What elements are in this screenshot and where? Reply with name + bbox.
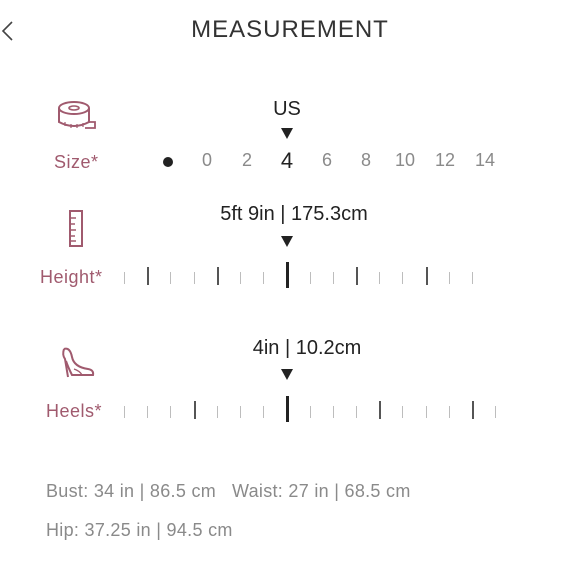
ruler-tick [124,406,125,418]
size-option[interactable]: 14 [475,150,495,171]
ruler-tick [356,267,358,285]
size-label: Size* [54,152,99,172]
ruler-tick [240,272,241,284]
ruler-tick [425,267,428,285]
ruler-tick [309,406,311,418]
size-option[interactable]: 12 [435,150,455,171]
size-selector[interactable]: 0 2 4 6 8 10 12 14 [160,148,500,176]
size-option[interactable]: 6 [322,150,332,171]
size-pointer [281,128,293,139]
ruler-tick [379,401,382,419]
ruler-tick [356,406,357,418]
heels-pointer [281,369,293,380]
ruler-tick [124,272,125,284]
ruler-tick [286,262,290,288]
waist-measurement: Waist: 27 in | 68.5 cm [231,481,411,501]
ruler-tick [402,272,404,284]
measurements-line-1: Bust: 34 in | 86.5 cm Waist: 27 in | 68.… [46,481,411,502]
ruler-tick [147,267,150,285]
size-option-selected[interactable]: 4 [281,148,293,174]
ruler-tick [332,406,334,418]
ruler-tick [170,272,172,284]
height-pointer [281,236,293,247]
size-unit-label: US [273,98,301,120]
size-option[interactable]: 0 [202,150,212,171]
heels-readout: 4in | 10.2cm [252,337,362,359]
ruler-tick [193,272,195,284]
tape-measure-icon [55,98,97,132]
bust-measurement: Bust: 34 in | 86.5 cm [46,481,217,501]
ruler-tick [147,406,149,418]
ruler-tick [263,406,265,418]
hip-measurement: Hip: 37.25 in | 94.5 cm [46,520,233,540]
heels-label: Heels* [46,401,103,421]
size-option[interactable]: 2 [242,150,252,171]
ruler-tick [193,401,196,419]
ruler-tick [379,272,381,284]
size-option[interactable]: 8 [361,150,371,171]
high-heel-icon [60,345,96,379]
ruler-tick [332,272,334,284]
page-title: MEASUREMENT [191,16,389,43]
ruler-tick [495,406,497,418]
height-ruler[interactable] [118,262,473,292]
height-label: Height* [40,267,103,287]
ruler-tick [240,406,241,418]
heels-ruler[interactable] [118,396,498,426]
ruler-tick [263,272,265,284]
ruler-tick [216,267,219,285]
ruler-icon [66,210,86,248]
ruler-tick [402,406,404,418]
size-reset-dot[interactable] [163,157,173,167]
ruler-tick [448,272,450,284]
height-readout: 5ft 9in | 175.3cm [220,203,368,225]
size-option[interactable]: 10 [395,150,415,171]
ruler-tick [286,396,290,422]
ruler-tick [309,272,311,284]
ruler-tick [170,406,172,418]
ruler-tick [216,406,218,418]
measurements-line-2: Hip: 37.25 in | 94.5 cm [46,520,233,541]
ruler-tick [472,272,473,284]
ruler-tick [448,406,450,418]
ruler-tick [425,406,427,418]
ruler-tick [472,401,474,419]
